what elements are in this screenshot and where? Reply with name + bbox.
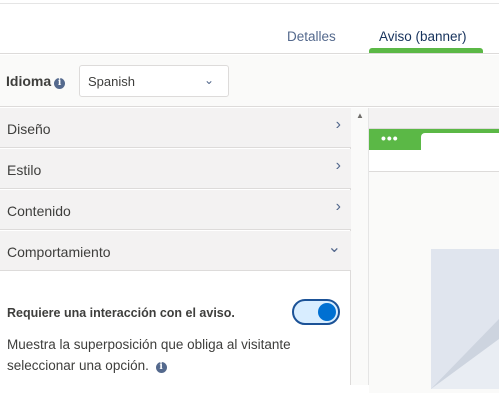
toggle-knob — [318, 303, 336, 321]
behavior-option-description-cont: seleccionar una opción. i — [7, 358, 167, 373]
header-divider — [0, 0, 499, 4]
scrollbar[interactable]: ▲ — [351, 108, 369, 385]
chevron-right-icon: › — [335, 198, 341, 215]
scroll-up-arrow-icon[interactable]: ▲ — [356, 111, 364, 120]
accordion-item-comportamiento[interactable]: Comportamiento ⌄ — [0, 231, 351, 271]
language-select-value: Spanish — [88, 74, 135, 89]
chevron-down-icon: ⌄ — [327, 239, 341, 256]
image-placeholder-icon — [431, 249, 499, 389]
chevron-down-icon: ⌄ — [203, 73, 214, 87]
accordion-label: Estilo — [7, 162, 42, 178]
info-icon[interactable]: i — [54, 78, 66, 89]
accordion-item-estilo[interactable]: Estilo › — [0, 149, 351, 189]
behavior-option-description: Muestra la superposición que obliga al v… — [7, 337, 291, 352]
info-icon[interactable]: i — [155, 362, 167, 373]
behavior-option-title: Requiere una interacción con el aviso. — [7, 306, 235, 320]
top-header: Detalles Aviso (banner) — [0, 0, 499, 54]
preview-address-area — [369, 150, 499, 172]
chevron-right-icon: › — [335, 116, 341, 133]
require-interaction-toggle[interactable] — [292, 299, 340, 325]
accordion-label: Contenido — [7, 203, 71, 219]
active-tab-indicator — [369, 48, 483, 53]
tab-aviso-banner[interactable]: Aviso (banner) — [379, 29, 467, 44]
preview-browser-bar: ••• — [369, 129, 499, 151]
language-row: Idioma i Spanish ⌄ — [0, 55, 499, 107]
tab-detalles[interactable]: Detalles — [287, 29, 336, 44]
preview-browser-frame: ••• — [369, 128, 499, 393]
chevron-right-icon: › — [335, 157, 341, 174]
language-label: Idioma i — [6, 73, 66, 89]
accordion-item-contenido[interactable]: Contenido › — [0, 190, 351, 230]
language-label-text: Idioma — [6, 73, 52, 89]
behavior-option-description-line2: seleccionar una opción. — [7, 358, 149, 373]
banner-preview: ••• — [369, 108, 499, 393]
language-select[interactable]: Spanish ⌄ — [79, 65, 229, 97]
window-dots-icon: ••• — [381, 130, 399, 146]
accordion-item-diseno[interactable]: Diseño › — [0, 108, 351, 148]
accordion-label: Diseño — [7, 121, 51, 137]
preview-browser-tab — [421, 133, 499, 151]
accordion-label: Comportamiento — [7, 244, 111, 260]
